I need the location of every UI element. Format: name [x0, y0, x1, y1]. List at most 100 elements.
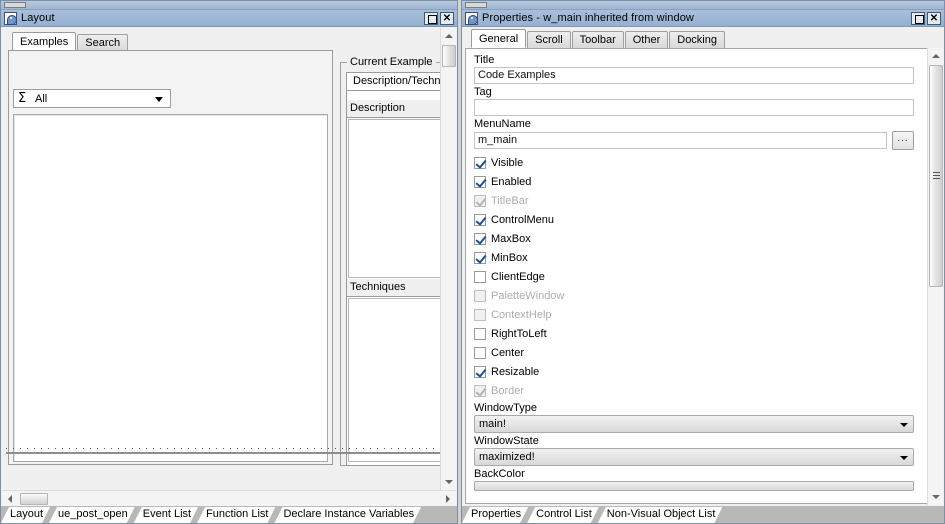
checkbox-border	[474, 385, 486, 397]
checkbox-label-center: Center	[491, 347, 524, 359]
tab-scroll[interactable]: Scroll	[527, 31, 571, 48]
layout-design-surface[interactable]: Examples Search Σ All Current Example De…	[2, 28, 442, 448]
maximize-button[interactable]	[424, 12, 438, 25]
checkbox-righttoleft[interactable]	[474, 328, 486, 340]
checkbox-clientedge[interactable]	[474, 271, 486, 283]
current-example-group-title: Current Example	[347, 56, 436, 68]
filter-dropdown[interactable]: Σ All	[13, 89, 171, 108]
layout-vscroll-thumb[interactable]	[442, 45, 456, 67]
window-flags-list: Visible Enabled TitleBar ControlMenu	[474, 153, 914, 400]
description-text-area[interactable]	[348, 119, 454, 278]
sheet-tab-control-list[interactable]: Control List	[527, 507, 599, 523]
layout-window-titlebar[interactable]: Layout	[1, 10, 457, 27]
checkbox-row-clientedge[interactable]: ClientEdge	[474, 267, 914, 286]
techniques-section-header: Techniques	[347, 279, 455, 297]
tab-general[interactable]: General	[471, 29, 526, 48]
checkbox-enabled[interactable]	[474, 176, 486, 188]
scroll-right-icon[interactable]	[440, 491, 456, 507]
checkbox-row-minbox[interactable]: MinBox	[474, 248, 914, 267]
checkbox-center[interactable]	[474, 347, 486, 359]
checkbox-contexthelp	[474, 309, 486, 321]
checkbox-minbox[interactable]	[474, 252, 486, 264]
description-section-header: Description	[347, 100, 455, 118]
scroll-down-icon[interactable]	[441, 474, 457, 490]
properties-vertical-scrollbar[interactable]	[927, 48, 943, 505]
tab-examples[interactable]: Examples	[12, 32, 76, 51]
layout-window-restore-handle[interactable]	[4, 2, 26, 8]
checkbox-row-titlebar: TitleBar	[474, 191, 914, 210]
scroll-left-icon[interactable]	[2, 491, 18, 507]
windowstate-value: maximized!	[479, 451, 535, 463]
sheet-tab-declare-instance-variables[interactable]: Declare Instance Variables	[274, 507, 421, 523]
checkbox-controlmenu[interactable]	[474, 214, 486, 226]
properties-vscroll-thumb[interactable]	[929, 65, 943, 287]
menuname-browse-button[interactable]: ...	[892, 131, 914, 150]
checkbox-row-center[interactable]: Center	[474, 343, 914, 362]
backcolor-field-label: BackColor	[474, 468, 914, 480]
design-bottom-edge-marker	[6, 448, 440, 449]
sheet-tab-event-list[interactable]: Event List	[134, 507, 198, 523]
layout-horizontal-scrollbar[interactable]	[2, 490, 456, 506]
checkbox-label-palettewindow: PaletteWindow	[491, 290, 564, 302]
properties-sheet-tabs: Properties Control List Non-Visual Objec…	[462, 506, 944, 523]
title-field[interactable]: Code Examples	[474, 67, 914, 84]
checkbox-label-contexthelp: ContextHelp	[491, 309, 552, 321]
sigma-icon: Σ	[18, 91, 26, 107]
checkbox-row-contexthelp: ContextHelp	[474, 305, 914, 324]
checkbox-label-visible: Visible	[491, 157, 523, 169]
windowtype-field-label: WindowType	[474, 402, 914, 414]
checkbox-titlebar	[474, 195, 486, 207]
tag-field-label: Tag	[474, 86, 914, 98]
tab-docking[interactable]: Docking	[669, 31, 725, 48]
checkbox-row-righttoleft[interactable]: RightToLeft	[474, 324, 914, 343]
techniques-text-area[interactable]	[348, 298, 454, 462]
backcolor-dropdown[interactable]	[474, 481, 914, 491]
tag-field[interactable]	[474, 99, 914, 116]
properties-window-titlebar[interactable]: Properties - w_main inherited from windo…	[462, 10, 944, 27]
layout-window: Layout Examples Search Σ All	[0, 0, 458, 524]
checkbox-label-resizable: Resizable	[491, 366, 539, 378]
close-icon[interactable]	[927, 12, 941, 25]
menuname-field[interactable]: m_main	[474, 132, 887, 149]
checkbox-row-enabled[interactable]: Enabled	[474, 172, 914, 191]
scroll-down-icon[interactable]	[928, 489, 944, 505]
layout-vertical-scrollbar[interactable]	[440, 28, 456, 490]
chevron-down-icon[interactable]	[900, 456, 908, 460]
maximize-button[interactable]	[911, 12, 925, 25]
layout-window-title: Layout	[21, 12, 424, 24]
close-icon[interactable]	[440, 12, 454, 25]
checkbox-visible[interactable]	[474, 157, 486, 169]
sheet-tab-ue-post-open[interactable]: ue_post_open	[49, 507, 135, 523]
description-label: Description	[350, 102, 405, 114]
properties-window: Properties - w_main inherited from windo…	[461, 0, 945, 524]
windowtype-dropdown[interactable]: main!	[474, 415, 914, 433]
checkbox-row-maxbox[interactable]: MaxBox	[474, 229, 914, 248]
windowstate-dropdown[interactable]: maximized!	[474, 448, 914, 466]
tab-search[interactable]: Search	[77, 34, 128, 51]
layout-hscroll-thumb[interactable]	[20, 493, 48, 505]
examples-list[interactable]	[13, 114, 328, 462]
chevron-down-icon[interactable]	[900, 423, 908, 427]
tab-toolbar[interactable]: Toolbar	[572, 31, 624, 48]
sheet-tab-properties[interactable]: Properties	[462, 507, 528, 523]
properties-tabstrip: General Scroll Toolbar Other Docking	[466, 29, 944, 48]
tab-other[interactable]: Other	[625, 31, 669, 48]
checkbox-label-enabled: Enabled	[491, 176, 531, 188]
painter-window-icon	[4, 12, 17, 25]
sheet-tab-layout[interactable]: Layout	[1, 507, 50, 523]
title-field-label: Title	[474, 54, 914, 66]
properties-window-title-buttons	[911, 12, 941, 25]
scroll-up-icon[interactable]	[928, 48, 944, 64]
chevron-down-icon[interactable]	[155, 97, 163, 102]
checkbox-palettewindow	[474, 290, 486, 302]
checkbox-maxbox[interactable]	[474, 233, 486, 245]
checkbox-row-palettewindow: PaletteWindow	[474, 286, 914, 305]
checkbox-resizable[interactable]	[474, 366, 486, 378]
scroll-up-icon[interactable]	[441, 28, 457, 44]
checkbox-row-resizable[interactable]: Resizable	[474, 362, 914, 381]
sheet-tab-non-visual-object-list[interactable]: Non-Visual Object List	[598, 507, 723, 523]
checkbox-row-visible[interactable]: Visible	[474, 153, 914, 172]
checkbox-row-controlmenu[interactable]: ControlMenu	[474, 210, 914, 229]
properties-window-restore-handle[interactable]	[465, 2, 487, 8]
sheet-tab-function-list[interactable]: Function List	[197, 507, 275, 523]
